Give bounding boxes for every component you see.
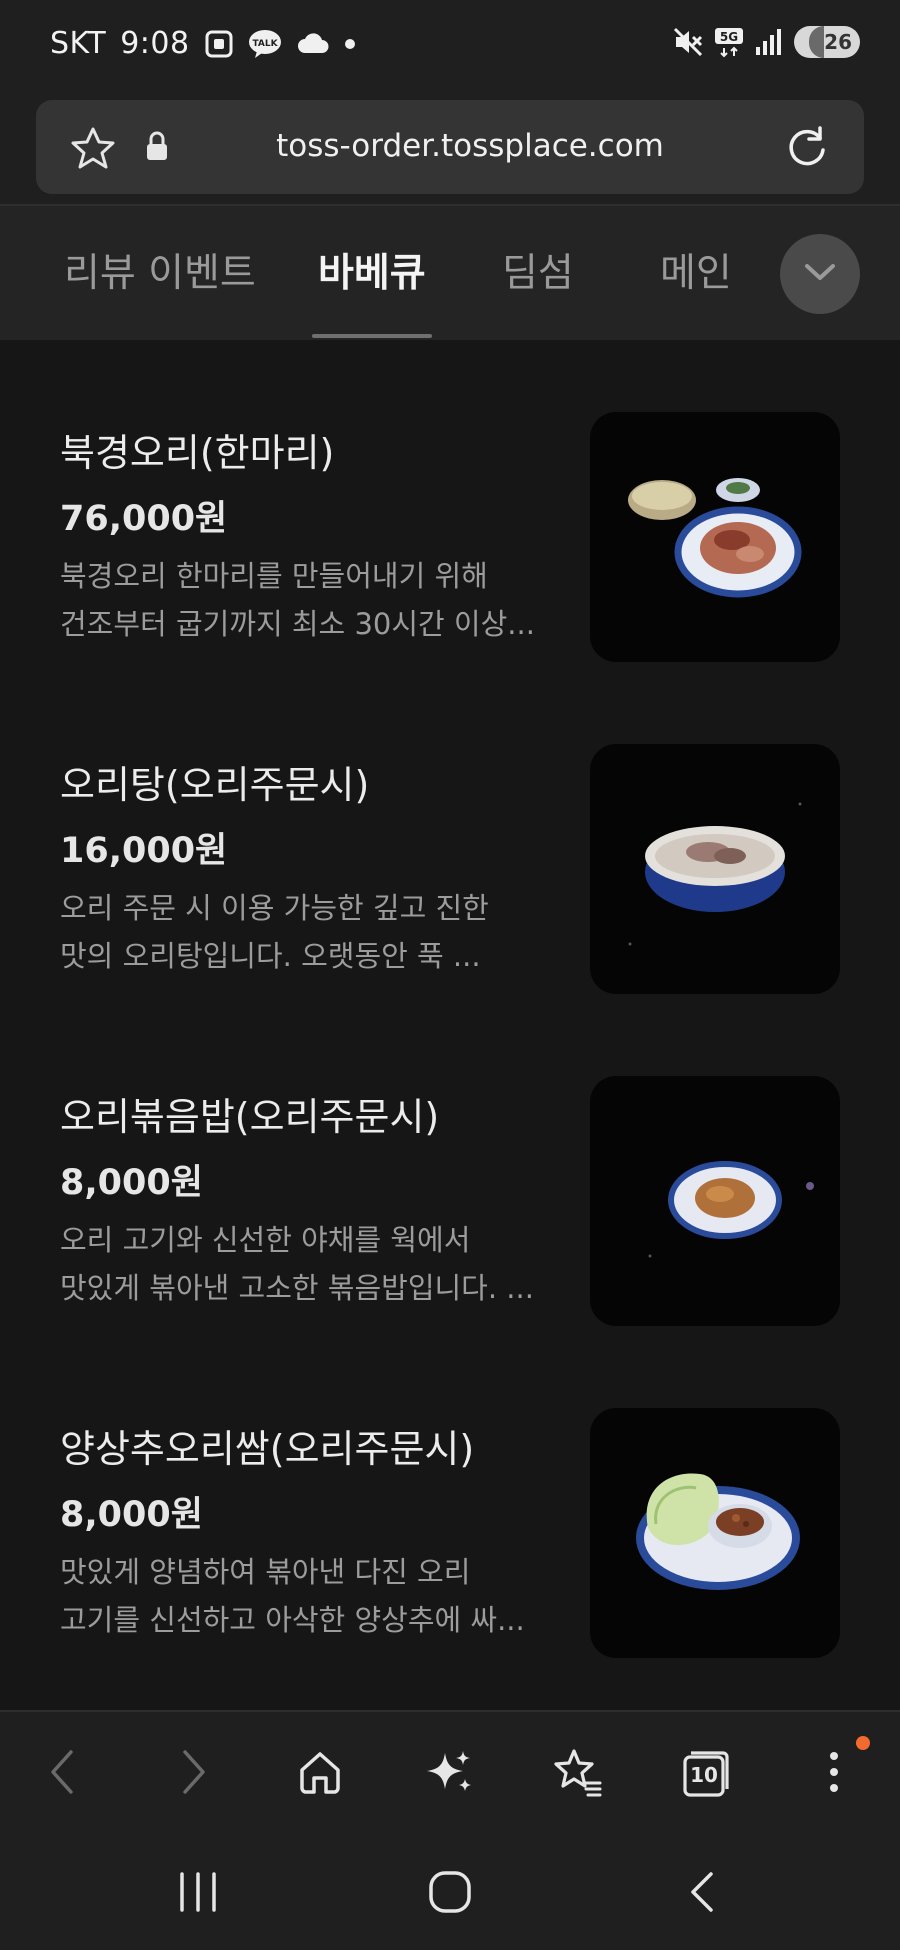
battery-level: 26 <box>824 30 852 54</box>
item-description: 맛있게 양념하여 볶아낸 다진 오리 고기를 신선하고 아삭한 양상추에 싸..… <box>60 1548 540 1644</box>
chevron-left-icon <box>47 1748 77 1800</box>
forward-button[interactable] <box>162 1742 226 1806</box>
item-photo-peking-duck <box>590 412 840 662</box>
home-button[interactable] <box>288 1742 352 1806</box>
menu-item[interactable]: 오리탕(오리주문시) 16,000원 오리 주문 시 이용 가능한 깊고 진한 … <box>0 672 900 1004</box>
tabs-button[interactable]: 10 <box>674 1742 738 1806</box>
tab-count: 10 <box>690 1763 718 1787</box>
url-bar[interactable]: toss-order.tossplace.com <box>36 100 864 194</box>
bookmark-star-icon[interactable] <box>70 126 116 174</box>
category-tabs: 리뷰 이벤트 바베큐 딤섬 메인 <box>0 206 900 340</box>
item-photo-duck-fried-rice <box>590 1076 840 1326</box>
5g-icon: 5G <box>714 26 744 58</box>
browser-toolbar: 10 <box>0 1710 900 1836</box>
item-name: 오리탕(오리주문시) <box>60 763 370 807</box>
more-menu-button[interactable] <box>802 1736 870 1806</box>
item-price: 16,000원 <box>60 831 228 871</box>
item-photo-duck-soup <box>590 744 840 994</box>
talk-badge-text: TALK <box>252 39 278 49</box>
item-description-line: 맛있게 볶아낸 고소한 볶음밥입니다. ... <box>60 1271 534 1305</box>
active-tab-indicator <box>312 334 432 338</box>
status-bar: SKT 9:08 TALK 5G 26 <box>0 0 900 92</box>
reload-icon[interactable] <box>784 124 830 174</box>
recent-apps-icon <box>176 1872 220 1916</box>
tabs-icon: 10 <box>681 1749 731 1799</box>
item-description: 오리 고기와 신선한 야채를 웍에서 맛있게 볶아낸 고소한 볶음밥입니다. .… <box>60 1216 540 1312</box>
chevron-right-icon <box>179 1748 209 1800</box>
lock-icon <box>144 130 170 166</box>
menu-item[interactable]: 북경오리(한마리) 76,000원 북경오리 한마리를 만들어내기 위해 건조부… <box>0 340 900 672</box>
item-description-line: 오리 주문 시 이용 가능한 깊고 진한 <box>60 891 489 925</box>
item-description-line: 고기를 신선하고 아삭한 양상추에 싸... <box>60 1603 525 1637</box>
item-price: 8,000원 <box>60 1495 203 1535</box>
clock: 9:08 <box>120 26 190 61</box>
item-name: 오리볶음밥(오리주문시) <box>60 1095 440 1139</box>
signal-icon <box>754 27 784 57</box>
item-description-line: 맛의 오리탕입니다. 오랫동안 푹 ... <box>60 939 481 973</box>
item-description-line: 건조부터 굽기까지 최소 30시간 이상... <box>60 607 535 641</box>
system-navigation-bar <box>0 1836 900 1950</box>
back-nav-button[interactable] <box>672 1864 732 1924</box>
back-button[interactable] <box>30 1742 94 1806</box>
tabs-expand-button[interactable] <box>780 234 860 314</box>
recent-apps-button[interactable] <box>168 1864 228 1924</box>
item-photo-lettuce-duck-wrap <box>590 1408 840 1658</box>
item-description-line: 북경오리 한마리를 만들어내기 위해 <box>60 559 488 593</box>
tab-dimsum[interactable]: 딤섬 <box>502 242 574 298</box>
notification-dot <box>856 1736 870 1750</box>
tab-main[interactable]: 메인 <box>660 242 732 298</box>
bookmark-list-icon <box>552 1747 604 1801</box>
mute-icon <box>672 26 704 58</box>
battery-fill <box>809 26 825 58</box>
network-type-text: 5G <box>720 30 738 44</box>
battery-icon: 26 <box>794 26 860 58</box>
carrier-label: SKT <box>50 26 107 61</box>
cloud-icon <box>296 31 330 57</box>
item-description: 오리 주문 시 이용 가능한 깊고 진한 맛의 오리탕입니다. 오랫동안 푹 .… <box>60 884 540 980</box>
menu-item[interactable]: 양상추오리쌈(오리주문시) 8,000원 맛있게 양념하여 볶아낸 다진 오리 … <box>0 1336 900 1668</box>
item-description: 북경오리 한마리를 만들어내기 위해 건조부터 굽기까지 최소 30시간 이상.… <box>60 552 540 648</box>
item-name: 양상추오리쌈(오리주문시) <box>60 1427 475 1471</box>
ai-assistant-button[interactable] <box>418 1742 482 1806</box>
item-price: 8,000원 <box>60 1163 203 1203</box>
bookmarks-button[interactable] <box>546 1742 610 1806</box>
screenshot-icon <box>204 29 234 59</box>
tab-review-event[interactable]: 리뷰 이벤트 <box>64 242 256 298</box>
item-description-line: 오리 고기와 신선한 야채를 웍에서 <box>60 1223 471 1257</box>
more-vertical-icon <box>828 1750 840 1798</box>
item-description-line: 맛있게 양념하여 볶아낸 다진 오리 <box>60 1555 471 1589</box>
kakaotalk-icon: TALK <box>248 29 282 59</box>
dot-icon <box>344 38 356 50</box>
browser-url-area: toss-order.tossplace.com <box>0 92 900 204</box>
menu-item[interactable]: 오리볶음밥(오리주문시) 8,000원 오리 고기와 신선한 야채를 웍에서 맛… <box>0 1004 900 1336</box>
item-price: 76,000원 <box>60 499 228 539</box>
home-circle-icon <box>427 1869 473 1919</box>
back-arrow-icon <box>687 1870 717 1918</box>
url-text[interactable]: toss-order.tossplace.com <box>186 128 754 164</box>
item-name: 북경오리(한마리) <box>60 431 335 475</box>
home-icon <box>296 1748 344 1800</box>
chevron-down-icon <box>803 262 837 286</box>
tab-bbq[interactable]: 바베큐 <box>318 242 426 298</box>
home-nav-button[interactable] <box>420 1864 480 1924</box>
sparkle-icon <box>425 1747 475 1801</box>
